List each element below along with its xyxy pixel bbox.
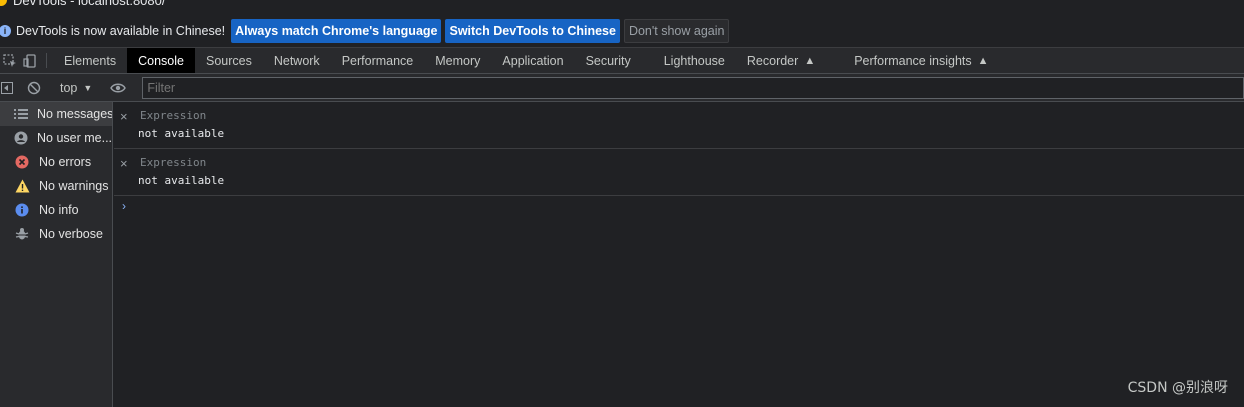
infobar-message: DevTools is now available in Chinese!	[16, 23, 226, 38]
dont-show-again-button[interactable]: Don't show again	[623, 18, 730, 43]
devtools-logo-icon	[0, 0, 7, 6]
user-icon	[14, 130, 28, 146]
sidebar-item-label: No info	[39, 203, 79, 217]
context-selector-label: top	[60, 80, 78, 95]
expression-label[interactable]: Expression	[140, 156, 206, 169]
tab-performance-insights[interactable]: Performance insights ▲	[843, 48, 999, 73]
window-titlebar: DevTools - localhost:8080/	[0, 0, 1244, 14]
live-expression-eye-icon[interactable]	[107, 77, 129, 99]
bug-icon	[14, 226, 30, 242]
console-prompt-chevron-icon[interactable]: ›	[122, 199, 126, 213]
tab-memory[interactable]: Memory	[424, 48, 491, 73]
sidebar-item-verbose[interactable]: No verbose	[0, 222, 112, 246]
switch-to-chinese-button[interactable]: Switch DevTools to Chinese	[445, 18, 620, 43]
language-infobar: i DevTools is now available in Chinese! …	[0, 14, 1244, 47]
list-icon	[14, 106, 28, 122]
sidebar-item-errors[interactable]: No errors	[0, 150, 112, 174]
filter-input[interactable]	[142, 76, 1244, 99]
tab-lighthouse[interactable]: Lighthouse	[653, 48, 736, 73]
tab-recorder[interactable]: Recorder ▲	[736, 48, 843, 73]
tab-security[interactable]: Security	[575, 48, 653, 73]
info-icon	[14, 202, 30, 218]
expression-label[interactable]: Expression	[140, 109, 206, 122]
caret-down-icon: ▼	[83, 82, 93, 93]
tab-recorder-label: Recorder	[746, 53, 799, 68]
live-expression: × Expression not available	[114, 102, 1244, 149]
experiment-flask-icon: ▲	[804, 54, 816, 67]
live-expression: × Expression not available	[114, 149, 1244, 196]
toolbar-divider	[46, 53, 47, 68]
console-pane[interactable]: × Expression not available × Expression …	[114, 102, 1244, 407]
context-selector[interactable]: top ▼	[54, 81, 98, 95]
inspect-element-icon[interactable]	[0, 48, 20, 73]
tab-elements[interactable]: Elements	[53, 48, 127, 73]
remove-expression-close-icon[interactable]: ×	[120, 156, 128, 171]
sidebar-item-warnings[interactable]: No warnings	[0, 174, 112, 198]
tab-console[interactable]: Console	[127, 48, 195, 73]
sidebar-item-label: No messages	[37, 107, 112, 121]
sidebar-item-label: No errors	[39, 155, 92, 169]
error-icon	[14, 154, 30, 170]
info-icon: i	[0, 24, 11, 37]
toggle-sidebar-icon[interactable]	[0, 77, 14, 99]
sidebar-item-info[interactable]: No info	[0, 198, 112, 222]
experiment-flask-icon: ▲	[977, 54, 989, 67]
tab-performance-insights-label: Performance insights	[854, 53, 972, 68]
console-sidebar: No messages No user me... No errors No w…	[0, 102, 113, 407]
sidebar-item-label: No verbose	[39, 227, 103, 241]
device-toolbar-icon[interactable]	[20, 48, 40, 73]
expression-value: not available	[138, 174, 225, 187]
console-toolbar: top ▼	[0, 74, 1244, 102]
tab-application[interactable]: Application	[491, 48, 574, 73]
main-tab-bar: Elements Console Sources Network Perform…	[0, 47, 1244, 74]
sidebar-item-label: No warnings	[39, 179, 109, 193]
remove-expression-close-icon[interactable]: ×	[120, 109, 128, 124]
clear-console-icon[interactable]	[23, 77, 45, 99]
window-title: DevTools - localhost:8080/	[13, 0, 166, 8]
tab-performance[interactable]: Performance	[331, 48, 425, 73]
always-match-language-button[interactable]: Always match Chrome's language	[231, 18, 442, 43]
sidebar-item-label: No user me...	[37, 131, 112, 145]
expression-value: not available	[138, 127, 225, 140]
watermark: CSDN @别浪呀	[1127, 380, 1228, 396]
sidebar-item-user-messages[interactable]: No user me...	[0, 126, 112, 150]
sidebar-item-messages[interactable]: No messages	[0, 102, 112, 126]
tab-network[interactable]: Network	[263, 48, 331, 73]
tab-sources[interactable]: Sources	[195, 48, 263, 73]
warning-icon	[14, 178, 30, 194]
